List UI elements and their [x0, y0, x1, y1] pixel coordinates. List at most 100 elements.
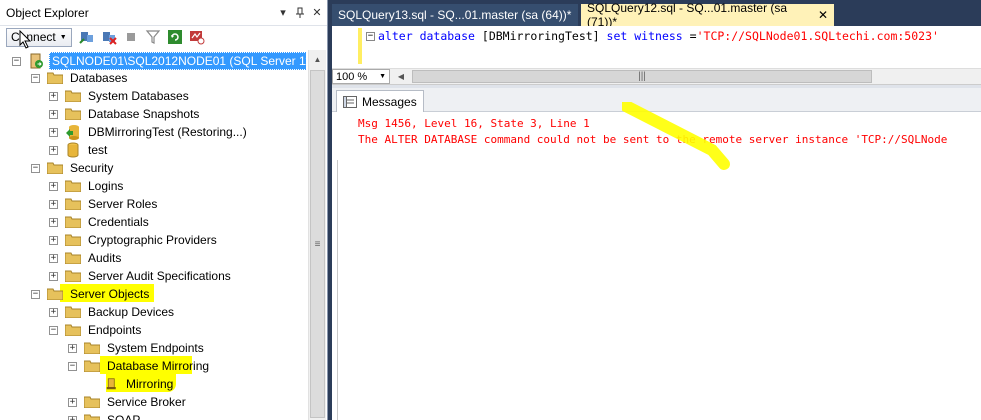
- editor-horizontal-scrollbar: 100 % ▼ ◀ |||: [332, 68, 981, 85]
- mirroring-label: Mirroring: [126, 377, 174, 391]
- tree-node-backup-devices[interactable]: + Backup Devices: [49, 303, 176, 321]
- collapse-icon[interactable]: −: [68, 361, 77, 371]
- folder-icon: [65, 306, 81, 318]
- highlight-arrow-mark: [622, 102, 730, 170]
- tree-node-soap[interactable]: + SOAP: [68, 411, 142, 420]
- soap-label: SOAP: [107, 413, 141, 420]
- folder-icon: [65, 252, 81, 264]
- tree-node-database-snapshots[interactable]: + Database Snapshots: [49, 105, 201, 123]
- folder-icon: [84, 342, 100, 354]
- collapse-icon[interactable]: −: [31, 163, 40, 173]
- server-roles-label: Server Roles: [88, 197, 158, 211]
- tab-sqlquery12[interactable]: SQLQuery12.sql - SQ...01.master (sa (71)…: [581, 1, 834, 29]
- folder-icon: [65, 324, 81, 336]
- endpoint-icon: [106, 378, 116, 390]
- chevron-down-icon: ▼: [59, 33, 67, 41]
- object-explorer-scrollbar[interactable]: ▲ ≡: [308, 50, 326, 420]
- zoom-select[interactable]: 100 % ▼: [332, 69, 390, 84]
- tree-node-service-broker[interactable]: + Service Broker: [68, 393, 188, 411]
- witness-address-string: 'TCP://SQLNode01.SQLtechi.com:5023': [696, 29, 939, 43]
- filter-icon[interactable]: [144, 28, 162, 46]
- tree-node-cryptographic-providers[interactable]: + Cryptographic Providers: [49, 231, 219, 249]
- expand-icon[interactable]: +: [49, 307, 58, 317]
- system-databases-label: System Databases: [88, 89, 189, 103]
- expand-icon[interactable]: +: [49, 181, 58, 191]
- expand-icon[interactable]: +: [49, 217, 58, 227]
- tree-node-endpoints[interactable]: − Endpoints: [49, 321, 143, 339]
- error-line: Msg 1456, Level 16, State 3, Line 1: [358, 117, 590, 130]
- expand-icon[interactable]: +: [49, 145, 58, 155]
- folder-icon: [65, 198, 81, 210]
- zoom-value: 100 %: [336, 70, 368, 83]
- tree-node-server-audit-specifications[interactable]: + Server Audit Specifications: [49, 267, 233, 285]
- system-endpoints-label: System Endpoints: [107, 341, 204, 355]
- tree-node-logins[interactable]: + Logins: [49, 177, 125, 195]
- tab-label: SQLQuery12.sql - SQ...01.master (sa (71)…: [587, 1, 788, 29]
- expand-icon[interactable]: +: [49, 127, 58, 137]
- expand-icon[interactable]: +: [49, 91, 58, 101]
- tree-node-database-mirroring[interactable]: − Database Mirroring: [68, 357, 211, 375]
- databases-label: Databases: [70, 71, 128, 85]
- disconnect-icon[interactable]: [100, 28, 118, 46]
- close-tab-icon[interactable]: ✕: [818, 8, 828, 22]
- expand-icon[interactable]: +: [68, 397, 77, 407]
- tree-node-mirroring[interactable]: Mirroring: [106, 375, 175, 393]
- cryptographic-providers-label: Cryptographic Providers: [88, 233, 217, 247]
- database-restoring-icon: [66, 125, 79, 140]
- tree-node-test[interactable]: + test: [49, 141, 109, 159]
- tree-node-credentials[interactable]: + Credentials: [49, 213, 151, 231]
- scroll-left-icon[interactable]: ◀: [394, 69, 408, 84]
- object-explorer-title: Object Explorer: [6, 5, 89, 20]
- connect-button[interactable]: Connect ▼: [6, 27, 72, 47]
- divider: [337, 160, 338, 420]
- scroll-up-icon[interactable]: ▲: [309, 50, 326, 68]
- collapse-icon[interactable]: −: [31, 73, 40, 83]
- tree-node-security[interactable]: − Security: [31, 159, 115, 177]
- tree-node-server-roles[interactable]: + Server Roles: [49, 195, 159, 213]
- code-editor[interactable]: − alter database [DBMirroringTest] set w…: [332, 26, 981, 68]
- database-mirroring-label: Database Mirroring: [107, 359, 210, 373]
- tree-node-server-objects[interactable]: − Server Objects: [31, 285, 151, 303]
- expand-icon[interactable]: +: [49, 235, 58, 245]
- logins-label: Logins: [88, 179, 124, 193]
- tab-sqlquery13[interactable]: SQLQuery13.sql - SQ...01.master (sa (64)…: [332, 4, 578, 26]
- expand-icon[interactable]: +: [49, 109, 58, 119]
- tree-node-audits[interactable]: + Audits: [49, 249, 123, 267]
- stop-icon[interactable]: [122, 28, 140, 46]
- messages-icon: [343, 95, 357, 108]
- collapse-icon[interactable]: −: [31, 289, 40, 299]
- refresh-icon[interactable]: [166, 28, 184, 46]
- connect-object-explorer-icon[interactable]: [78, 28, 96, 46]
- expand-icon[interactable]: +: [68, 415, 77, 420]
- code-line[interactable]: − alter database [DBMirroringTest] set w…: [366, 28, 939, 44]
- collapse-icon[interactable]: −: [49, 325, 58, 335]
- collapse-icon[interactable]: −: [12, 56, 21, 66]
- expand-icon[interactable]: +: [49, 199, 58, 209]
- pin-icon[interactable]: [293, 6, 307, 20]
- folder-icon: [47, 288, 63, 300]
- tree-node-databases[interactable]: − Databases: [31, 69, 129, 87]
- tree-node-server[interactable]: − SQLNODE01\SQL2012NODE01 (SQL Server 11…: [12, 52, 306, 70]
- dropdown-icon[interactable]: ▾: [276, 6, 290, 20]
- expand-icon[interactable]: +: [49, 271, 58, 281]
- tree-node-dbmirroringtest[interactable]: + DBMirroringTest (Restoring...): [49, 123, 249, 141]
- expand-icon[interactable]: +: [49, 253, 58, 263]
- endpoints-label: Endpoints: [88, 323, 142, 337]
- messages-tab-label: Messages: [362, 94, 417, 109]
- activity-monitor-icon[interactable]: [188, 28, 206, 46]
- document-tabs: SQLQuery13.sql - SQ...01.master (sa (64)…: [332, 1, 981, 29]
- mouse-cursor-icon: [19, 30, 32, 49]
- close-icon[interactable]: ✕: [310, 6, 324, 20]
- collapse-icon[interactable]: −: [366, 31, 375, 41]
- scrollbar-thumb[interactable]: |||: [412, 70, 872, 83]
- folder-icon: [47, 72, 63, 84]
- scrollbar-thumb[interactable]: ≡: [310, 70, 325, 418]
- tree-node-system-databases[interactable]: + System Databases: [49, 87, 191, 105]
- audits-label: Audits: [88, 251, 122, 265]
- object-explorer-tree: − SQLNODE01\SQL2012NODE01 (SQL Server 11…: [6, 50, 306, 420]
- expand-icon[interactable]: +: [68, 343, 77, 353]
- server-label: SQLNODE01\SQL2012NODE01 (SQL Server 11.0…: [49, 52, 306, 70]
- tree-node-system-endpoints[interactable]: + System Endpoints: [68, 339, 206, 357]
- tab-messages[interactable]: Messages: [336, 90, 424, 112]
- server-audit-specifications-label: Server Audit Specifications: [88, 269, 231, 283]
